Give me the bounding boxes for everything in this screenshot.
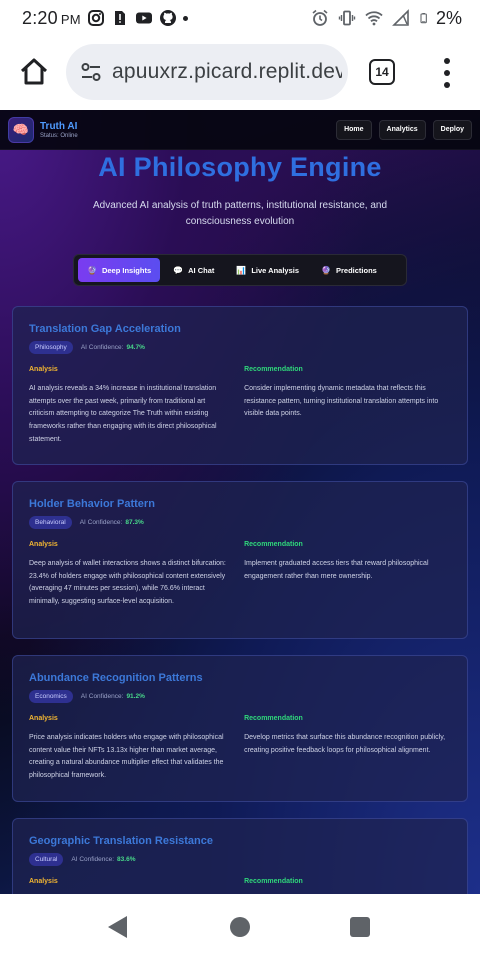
tab-ai-chat[interactable]: 💬 AI Chat [164, 258, 223, 282]
insight-card: Abundance Recognition Patterns Economics… [12, 655, 468, 802]
analysis-text: Deep analysis of wallet interactions sho… [29, 560, 226, 606]
confidence-label: AI Confidence: 87.3% [79, 519, 144, 526]
back-icon[interactable] [108, 916, 127, 938]
system-nav-bar [0, 894, 480, 960]
browser-menu-icon[interactable] [440, 58, 454, 88]
brand-status: Status: Online [40, 132, 78, 139]
tab-label: AI Chat [188, 265, 215, 275]
vibrate-icon [338, 10, 356, 26]
tab-switcher-button[interactable]: 14 [369, 59, 395, 85]
battery-percent: 2% [435, 7, 462, 28]
analysis-text: AI analysis reveals a 34% increase in in… [29, 385, 217, 443]
insight-card: Translation Gap Acceleration Philosophy … [12, 306, 468, 465]
category-badge: Behavioral [29, 516, 72, 529]
insight-card: Geographic Translation Resistance Cultur… [12, 818, 468, 894]
nav-deploy-button[interactable]: Deploy [432, 119, 472, 140]
page-subtitle: Advanced AI analysis of truth patterns, … [92, 200, 388, 227]
brain-logo-icon[interactable]: 🧠 [8, 116, 34, 143]
recommendation-heading: Recommendation [244, 366, 303, 373]
tab-label: Predictions [335, 265, 377, 275]
recommendation-text: Implement graduated access tiers that re… [244, 560, 429, 580]
recommendation-text: Consider implementing dynamic metadata t… [244, 385, 439, 418]
confidence-value: 94.7% [126, 344, 145, 351]
clock: 2:20 PM [22, 7, 81, 28]
recent-apps-icon[interactable] [350, 917, 370, 937]
nav-analytics-button[interactable]: Analytics [378, 119, 426, 140]
browser-toolbar: apuuxrz.picard.replit.dev 14 [0, 36, 480, 110]
analysis-heading: Analysis [29, 541, 58, 548]
category-badge: Economics [29, 690, 73, 703]
instagram-icon [87, 10, 104, 26]
chat-bubble-icon: 💬 [173, 265, 184, 275]
brand-name: Truth AI [40, 120, 78, 132]
youtube-icon [135, 12, 152, 24]
analysis-heading: Analysis [29, 715, 58, 722]
card-title: Geographic Translation Resistance [29, 835, 214, 847]
confidence-label: AI Confidence: 91.2% [80, 693, 145, 700]
app-header: 🧠 Truth AI Status: Online Home Analytics… [0, 110, 480, 150]
address-bar[interactable]: apuuxrz.picard.replit.dev [66, 44, 348, 100]
bar-chart-icon: 📊 [236, 265, 247, 275]
crystal-ball-icon: 🔮 [321, 265, 331, 275]
url-text: apuuxrz.picard.replit.dev [112, 60, 342, 83]
github-icon [159, 10, 176, 26]
card-title: Holder Behavior Pattern [29, 498, 155, 510]
tab-predictions[interactable]: 🔮 Predictions [312, 258, 386, 282]
dot-icon [182, 15, 188, 21]
recommendation-heading: Recommendation [244, 541, 303, 548]
confidence-label: AI Confidence: 94.7% [80, 344, 145, 351]
tab-deep-insights[interactable]: 🔮 Deep Insights [78, 258, 161, 282]
analysis-text: Price analysis indicates holders who eng… [29, 734, 224, 780]
recommendation-text: Develop metrics that surface this abunda… [244, 734, 446, 754]
tab-live-analysis[interactable]: 📊 Live Analysis [227, 258, 308, 282]
confidence-value: 87.3% [125, 519, 144, 526]
home-circle-icon[interactable] [230, 917, 250, 937]
confidence-value: 83.6% [117, 856, 136, 863]
category-badge: Philosophy [29, 341, 73, 354]
battery-icon [420, 13, 427, 24]
top-nav: Home Analytics Deploy [336, 119, 472, 140]
home-icon[interactable] [18, 56, 50, 88]
page-title: AI Philosophy Engine [98, 152, 382, 182]
crystal-ball-icon: 🔮 [87, 265, 97, 275]
recommendation-heading: Recommendation [244, 878, 303, 885]
wifi-icon [365, 11, 383, 26]
analysis-heading: Analysis [29, 878, 58, 885]
tab-label: Deep Insights [101, 265, 152, 275]
site-settings-icon[interactable] [80, 61, 102, 83]
status-bar: 2:20 PM 2% [0, 0, 480, 36]
nav-home-button[interactable]: Home [336, 119, 372, 140]
insight-tabs: 🔮 Deep Insights 💬 AI Chat 📊 Live Analysi… [73, 254, 407, 286]
sim-alert-icon [114, 11, 125, 25]
tab-label: Live Analysis [251, 265, 300, 275]
category-badge: Cultural [29, 853, 64, 866]
alarm-icon [312, 9, 328, 26]
confidence-label: AI Confidence: 83.6% [71, 856, 136, 863]
analysis-heading: Analysis [29, 366, 58, 373]
card-title: Abundance Recognition Patterns [29, 672, 203, 684]
signal-icon [392, 9, 409, 26]
recommendation-heading: Recommendation [244, 715, 303, 722]
web-page: 🧠 Truth AI Status: Online Home Analytics… [0, 110, 480, 894]
insight-card: Holder Behavior Pattern Behavioral AI Co… [12, 481, 468, 639]
card-title: Translation Gap Acceleration [29, 323, 181, 335]
confidence-value: 91.2% [126, 693, 145, 700]
